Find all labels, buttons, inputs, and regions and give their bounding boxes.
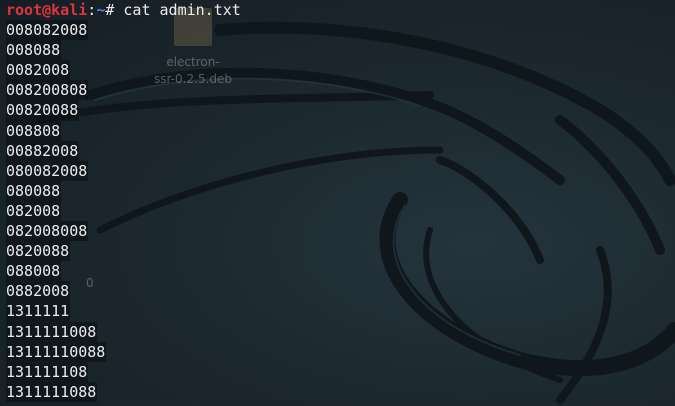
output-text: 1311111008 [6, 321, 98, 342]
output-text: 008082008 [6, 20, 89, 41]
output-text: 088008 [6, 261, 62, 282]
output-text: 1311111088 [6, 381, 98, 402]
output-text: 008808 [6, 120, 62, 141]
output-text: 008200808 [6, 80, 89, 101]
terminal-output-line: 13111110088 [0, 341, 675, 362]
output-text: 00820088 [6, 100, 80, 121]
output-text: 0082008 [6, 60, 71, 81]
terminal-output-line: 088008 [0, 261, 675, 282]
output-text: 080088 [6, 180, 62, 201]
terminal-output-line: 008082008 [0, 20, 675, 41]
terminal-output: 008082008 008088 0082008 008200808 00820088 0… [0, 20, 675, 402]
terminal-output-line: 0082008 [0, 60, 675, 81]
terminal-output-line: 00882008 [0, 140, 675, 161]
terminal-output-line: 1311111 [0, 301, 675, 322]
terminal-prompt-line: root@kali:~# cat admin.txt [0, 0, 675, 20]
output-text: 131111108 [6, 361, 89, 382]
terminal-output-line: 082008 [0, 200, 675, 222]
output-text: 080082008 [6, 160, 89, 181]
terminal-output-line: 00820088 [0, 100, 675, 121]
output-text: 13111110088 [6, 341, 107, 362]
terminal-output-line: 082008008 [0, 221, 675, 242]
output-text: 0882008 [6, 281, 71, 302]
output-text: 1311111 [6, 301, 71, 322]
prompt-user-host: root@kali [6, 1, 88, 19]
terminal-output-line: 0820088 [0, 241, 675, 262]
terminal-window[interactable]: root@kali:~# cat admin.txt 008082008 0080… [0, 0, 675, 406]
output-text: 082008008 [6, 221, 89, 242]
terminal-output-line: 008088 [0, 40, 675, 61]
output-text: 008088 [6, 40, 62, 61]
terminal-output-line: 0882008 [0, 281, 675, 302]
output-text: 082008 [6, 200, 62, 222]
terminal-command: cat admin.txt [123, 1, 241, 19]
output-text: 00882008 [6, 140, 80, 161]
prompt-path: ~ [96, 1, 106, 19]
desktop-screen: electron- ssr-0.2.5.deb 0 root@kali:~# c… [0, 0, 675, 406]
prompt-symbol: # [105, 1, 124, 19]
output-text: 0820088 [6, 241, 71, 262]
terminal-output-line: 008808 [0, 120, 675, 141]
terminal-output-line: 1311111088 [0, 381, 675, 402]
terminal-output-line: 1311111008 [0, 321, 675, 342]
terminal-output-line: 008200808 [0, 80, 675, 101]
terminal-output-line: 080082008 [0, 160, 675, 181]
prompt-separator: : [87, 1, 97, 19]
terminal-output-line: 080088 [0, 180, 675, 201]
terminal-output-line: 131111108 [0, 361, 675, 382]
